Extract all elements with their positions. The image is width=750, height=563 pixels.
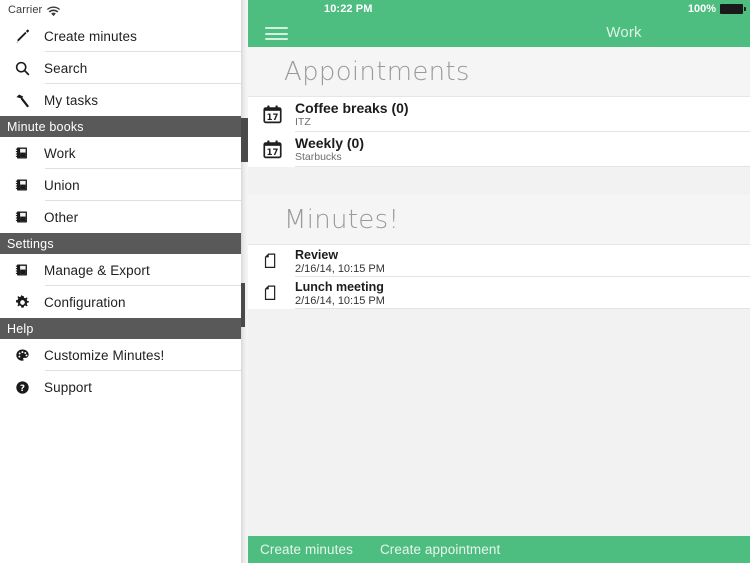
appointment-row[interactable]: 17 Weekly (0) Starbucks [248,132,750,167]
sidebar-item-support[interactable]: ? Support [0,371,241,403]
sidebar-item-work[interactable]: Work [0,137,241,169]
navigation-bar: Work [248,20,750,47]
minute-text: Review 2/16/14, 10:15 PM [295,247,385,276]
page-title: Work [606,24,642,41]
appointment-title: Coffee breaks (0) [295,100,409,116]
hammer-icon [0,92,44,109]
sidebar-item-label: Create minutes [44,28,137,44]
section-title: Minutes! [284,204,400,235]
panel-divider [241,0,248,563]
gear-icon [0,294,44,311]
sidebar-item-label: Search [44,60,88,76]
sidebar-item-configuration[interactable]: Configuration [0,286,241,318]
appointment-title: Weekly (0) [295,135,364,151]
appointment-text: Weekly (0) Starbucks [295,135,364,164]
palette-icon [0,347,44,364]
sidebar-section-label: Minute books [7,119,84,134]
notebook-icon [0,209,44,225]
notebook-icon [0,145,44,161]
calendar-icon: 17 [262,104,295,125]
appointment-row[interactable]: 17 Coffee breaks (0) ITZ [248,97,750,132]
sidebar-item-customize-minutes[interactable]: Customize Minutes! [0,339,241,371]
section-header-appointments: Appointments [248,47,750,97]
detail-panel: 10:22 PM 100% Work Appointments 17 Coffe… [248,0,750,563]
sidebar-item-label: Work [44,145,76,161]
sidebar: Carrier Create minutes Search My tasks M… [0,0,241,563]
section-title: Appointments [284,56,470,87]
create-minutes-button[interactable]: Create minutes [260,542,353,557]
sidebar-item-union[interactable]: Union [0,169,241,201]
sidebar-item-label: Union [44,177,80,193]
pencil-icon [0,28,44,45]
sidebar-item-search[interactable]: Search [0,52,241,84]
sidebar-item-label: Customize Minutes! [44,347,165,363]
question-circle-icon: ? [0,379,44,396]
sidebar-menu: Create minutes Search My tasks Minute bo… [0,20,241,403]
sidebar-item-label: My tasks [44,92,99,108]
sidebar-section-help: Help [0,318,241,339]
appointment-subtitle: Starbucks [295,151,342,163]
create-appointment-button[interactable]: Create appointment [380,542,500,557]
minute-timestamp: 2/16/14, 10:15 PM [295,294,385,307]
sidebar-section-label: Settings [7,236,54,251]
calendar-icon: 17 [262,139,295,160]
minute-title: Review [295,247,339,262]
minute-row[interactable]: Lunch meeting 2/16/14, 10:15 PM [248,277,750,309]
notebook-icon [0,177,44,193]
sidebar-item-label: Support [44,379,92,395]
document-icon [262,284,295,302]
document-icon [262,252,295,270]
svg-text:?: ? [19,384,24,394]
section-header-minutes: Minutes! [248,195,750,245]
notebook-icon [0,262,44,278]
carrier-label: Carrier [8,4,43,16]
minute-timestamp: 2/16/14, 10:15 PM [295,262,385,275]
section-gap [248,167,750,195]
minute-row[interactable]: Review 2/16/14, 10:15 PM [248,245,750,277]
sidebar-item-label: Other [44,209,79,225]
minute-title: Lunch meeting [295,279,384,294]
svg-text:17: 17 [267,147,279,157]
minute-text: Lunch meeting 2/16/14, 10:15 PM [295,279,385,308]
sidebar-item-my-tasks[interactable]: My tasks [0,84,241,116]
appointment-subtitle: ITZ [295,116,311,128]
clock-label: 10:22 PM [324,3,373,15]
battery-percent-label: 100% [687,3,716,15]
app-root: Carrier Create minutes Search My tasks M… [0,0,750,563]
sidebar-section-label: Help [7,321,34,336]
sidebar-section-settings: Settings [0,233,241,254]
sidebar-scroll-indicator[interactable] [241,118,248,162]
wifi-icon [47,6,61,17]
svg-text:17: 17 [267,112,279,122]
status-bar-right: 10:22 PM 100% [248,0,750,20]
sidebar-item-manage-export[interactable]: Manage & Export [0,254,241,286]
detail-scroll-indicator[interactable] [241,283,245,327]
sidebar-item-label: Manage & Export [44,262,150,278]
sidebar-item-create-minutes[interactable]: Create minutes [0,20,241,52]
sidebar-item-label: Configuration [44,294,126,310]
sidebar-item-other[interactable]: Other [0,201,241,233]
battery-full-icon [720,4,746,14]
bottom-toolbar: Create minutes Create appointment [248,536,750,563]
sidebar-section-minute-books: Minute books [0,116,241,137]
detail-content: Appointments 17 Coffee breaks (0) ITZ 17… [248,47,750,536]
status-bar-left: Carrier [0,0,241,20]
battery-status: 100% [687,3,746,15]
appointment-text: Coffee breaks (0) ITZ [295,100,409,129]
search-icon [0,60,44,77]
